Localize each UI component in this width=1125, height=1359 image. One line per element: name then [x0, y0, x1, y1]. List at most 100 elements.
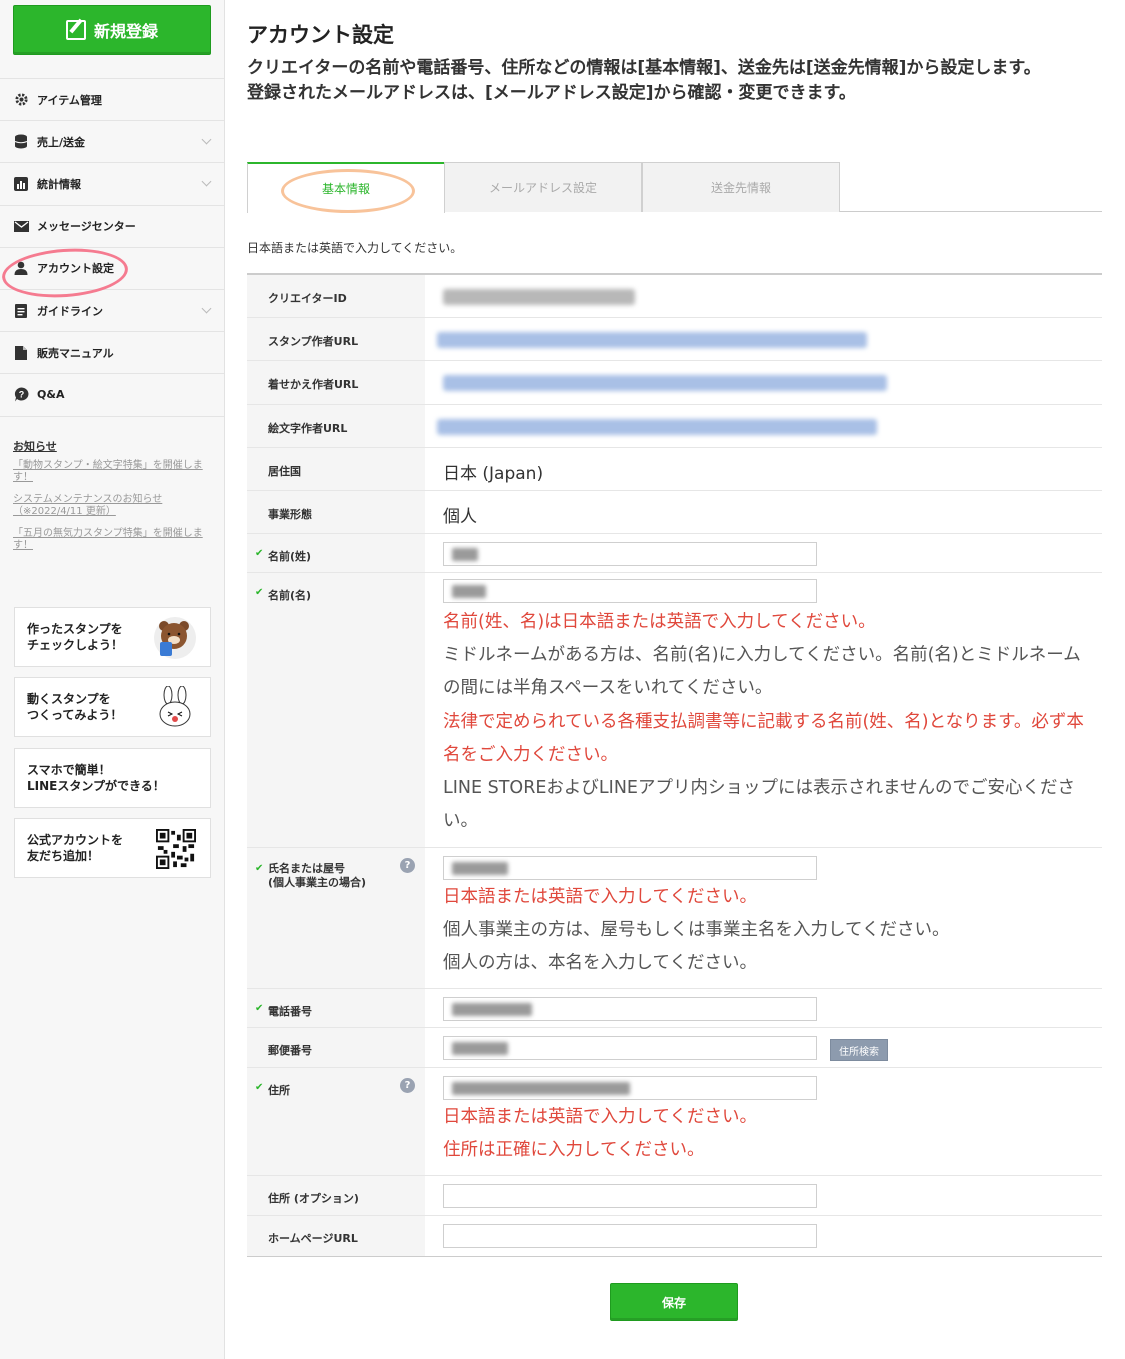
phone-input[interactable]	[443, 997, 817, 1021]
address-input[interactable]	[443, 1076, 817, 1100]
country-text: 日本 (Japan)	[443, 464, 544, 484]
file-icon	[13, 345, 29, 361]
row-business-type: 事業形態 個人	[247, 491, 1102, 534]
sidebar-item-sales[interactable]: 売上/送金	[0, 121, 224, 164]
label-theme-url: 着せかえ作者URL	[247, 361, 425, 404]
row-first-name: ✔ 名前(名) 名前(姓、名)は日本語または英語で入力してください。 ミドルネー…	[247, 573, 1102, 848]
row-creator-id: クリエイターID	[247, 275, 1102, 318]
new-registration-label: 新規登録	[93, 22, 158, 41]
redacted-value	[452, 1003, 532, 1016]
help-icon[interactable]: ?	[400, 1078, 415, 1093]
label-text: 名前(姓)	[268, 550, 312, 563]
row-emoji-url: 絵文字作者URL	[247, 405, 1102, 448]
news-link[interactable]: 「五月の無気力スタンプ特集」を開催します！	[13, 528, 213, 552]
label-trade-name: ✔ 氏名または屋号 (個人事業主の場合) ?	[247, 848, 425, 988]
sidebar-item-qa[interactable]: ? Q&A	[0, 374, 224, 417]
value-first-name: 名前(姓、名)は日本語または英語で入力してください。 ミドルネームがある方は、名…	[425, 573, 1102, 847]
sidebar-item-label: 売上/送金	[37, 135, 86, 149]
sidebar-item-manual[interactable]: 販売マニュアル	[0, 332, 224, 375]
redacted-link[interactable]	[437, 419, 877, 435]
homepage-input[interactable]	[443, 1224, 817, 1248]
banner-official-account[interactable]: 公式アカウントを 友だち追加！	[14, 818, 211, 878]
news-link[interactable]: 「動物スタンプ・絵文字特集」を開催します！	[13, 460, 213, 484]
sidebar-item-stats[interactable]: 統計情報	[0, 163, 224, 206]
redacted-value	[443, 289, 635, 305]
label-last-name: ✔ 名前(姓)	[247, 534, 425, 572]
row-phone: ✔ 電話番号	[247, 989, 1102, 1028]
last-name-input[interactable]	[443, 542, 817, 566]
check-icon: ✔	[255, 1003, 264, 1014]
input-note: 日本語または英語で入力してください。	[247, 241, 463, 255]
news-title[interactable]: お知らせ	[13, 438, 213, 454]
value-last-name	[425, 534, 1102, 572]
error-message: 法律で定められている各種支払調書等に記載する名前(姓、名)となります。必ず本名を…	[443, 711, 1084, 765]
error-message: 日本語または英語で入力してください。	[443, 1107, 757, 1127]
banner-animated-stamp[interactable]: 動くスタンプを つくってみよう！	[14, 677, 211, 737]
label-first-name: ✔ 名前(名)	[247, 573, 425, 847]
chevron-down-icon[interactable]	[201, 303, 212, 314]
value-stamp-url	[425, 318, 1102, 360]
coins-icon	[13, 134, 29, 150]
row-trade-name: ✔ 氏名または屋号 (個人事業主の場合) ? 日本語または英語で入力してください…	[247, 848, 1102, 989]
page-title: アカウント設定	[247, 23, 394, 47]
redacted-link[interactable]	[437, 332, 867, 348]
save-button[interactable]: 保存	[610, 1283, 738, 1321]
label-address-optional: 住所 (オプション)	[247, 1176, 425, 1215]
svg-text:?: ?	[18, 390, 24, 400]
address-messages: 日本語または英語で入力してください。 住所は正確に入力してください。	[443, 1101, 1102, 1167]
tab-payout-info[interactable]: 送金先情報	[642, 162, 840, 212]
sidebar-item-guideline[interactable]: ガイドライン	[0, 290, 224, 333]
first-name-input[interactable]	[443, 579, 817, 603]
chevron-down-icon[interactable]	[201, 176, 212, 187]
account-form: クリエイターID スタンプ作者URL 着せかえ作者URL 絵文字作者URL 居住…	[247, 273, 1102, 1257]
edit-icon	[65, 20, 86, 40]
sidebar-item-label: アイテム管理	[37, 93, 102, 107]
sidebar-item-label: ガイドライン	[37, 304, 103, 318]
redacted-value	[452, 548, 478, 561]
help-icon[interactable]: ?	[400, 858, 415, 873]
trade-name-input[interactable]	[443, 856, 817, 880]
label-country: 居住国	[247, 448, 425, 490]
zip-input[interactable]	[443, 1036, 817, 1060]
label-stamp-url: スタンプ作者URL	[247, 318, 425, 360]
sidebar-menu: アイテム管理 売上/送金 統計情報 メッセージセンター アカウント設定 ガイドラ…	[0, 78, 224, 417]
label-text: 名前(名)	[268, 589, 312, 602]
row-stamp-url: スタンプ作者URL	[247, 318, 1102, 361]
check-icon: ✔	[255, 1082, 264, 1093]
help-message: 個人の方は、本名を入力してください。	[443, 953, 757, 974]
chart-icon	[13, 176, 29, 192]
sidebar-item-label: 販売マニュアル	[37, 346, 114, 360]
row-zip: 郵便番号 住所検索	[247, 1028, 1102, 1068]
news-link[interactable]: システムメンテナンスのお知らせ（※2022/4/11 更新）	[13, 494, 213, 518]
trade-messages: 日本語または英語で入力してください。 個人事業主の方は、屋号もしくは事業主名を入…	[443, 881, 1102, 981]
label-creator-id: クリエイターID	[247, 275, 425, 317]
help-message: ミドルネームがある方は、名前(名)に入力してください。名前(名)とミドルネームの…	[443, 645, 1081, 699]
value-theme-url	[425, 361, 1102, 404]
tab-email-settings[interactable]: メールアドレス設定	[444, 162, 642, 212]
new-registration-button[interactable]: 新規登録	[13, 5, 211, 55]
row-last-name: ✔ 名前(姓)	[247, 534, 1102, 573]
sidebar-item-items[interactable]: アイテム管理	[0, 79, 224, 122]
check-icon: ✔	[255, 548, 264, 559]
address-search-button[interactable]: 住所検索	[830, 1039, 888, 1061]
annotation-circle-tab	[281, 169, 415, 213]
rabbit-icon	[159, 686, 191, 727]
row-theme-url: 着せかえ作者URL	[247, 361, 1102, 405]
redacted-value	[452, 1042, 508, 1055]
chevron-down-icon[interactable]	[201, 134, 212, 145]
value-phone	[425, 989, 1102, 1027]
banner-check-stamp[interactable]: 作ったスタンプを チェックしよう！	[14, 607, 211, 667]
label-business-type: 事業形態	[247, 491, 425, 533]
label-address: ✔ 住所 ?	[247, 1068, 425, 1175]
label-homepage: ホームページURL	[247, 1216, 425, 1256]
value-zip: 住所検索	[425, 1028, 1102, 1067]
news-section: お知らせ 「動物スタンプ・絵文字特集」を開催します！ システムメンテナンスのお知…	[13, 438, 213, 562]
sidebar-item-messages[interactable]: メッセージセンター	[0, 206, 224, 248]
value-country: 日本 (Japan)	[425, 448, 1102, 490]
check-icon: ✔	[255, 863, 264, 874]
redacted-link[interactable]	[443, 375, 887, 391]
name-messages: 名前(姓、名)は日本語または英語で入力してください。 ミドルネームがある方は、名…	[443, 606, 1095, 838]
banner-smartphone[interactable]: スマホで簡単！ LINEスタンプができる！	[14, 748, 211, 808]
label-phone: ✔ 電話番号	[247, 989, 425, 1027]
address-optional-input[interactable]	[443, 1184, 817, 1208]
